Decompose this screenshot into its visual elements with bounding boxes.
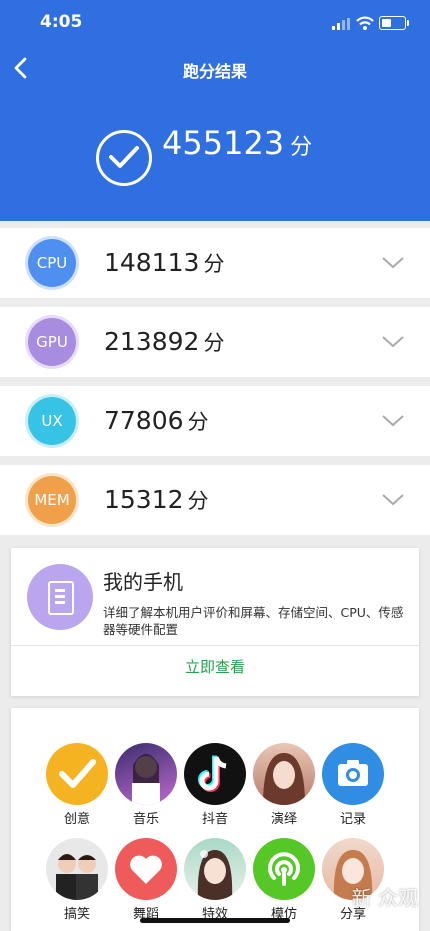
- status-time: 4:05: [40, 12, 83, 32]
- wifi-icon: [356, 16, 374, 30]
- camera-icon: [322, 743, 384, 805]
- ux-badge-label: UX: [28, 397, 76, 445]
- app-record[interactable]: 记录: [318, 743, 388, 827]
- app-effects[interactable]: 特效: [180, 838, 250, 922]
- view-now-button[interactable]: 立即查看: [11, 656, 419, 677]
- cpu-score: 148113 分: [104, 248, 224, 278]
- chevron-down-icon[interactable]: [382, 335, 404, 349]
- douyin-icon: [184, 743, 246, 805]
- signal-icon: [332, 18, 350, 30]
- heart-icon: [115, 838, 177, 900]
- gpu-badge-label: GPU: [28, 318, 76, 366]
- divider: [11, 645, 419, 646]
- mem-badge: MEM: [25, 473, 79, 527]
- chevron-down-icon[interactable]: [382, 493, 404, 507]
- ux-badge: UX: [25, 394, 79, 448]
- document-icon: [27, 564, 93, 630]
- cpu-badge: CPU: [25, 236, 79, 290]
- ux-score-value: 77806: [104, 406, 184, 435]
- app-imitate[interactable]: 模仿: [249, 838, 319, 922]
- my-phone-title: 我的手机: [103, 570, 183, 594]
- app-dance[interactable]: 舞蹈: [111, 838, 181, 922]
- checkmark-icon: [46, 743, 108, 805]
- cpu-score-value: 148113: [104, 248, 200, 277]
- total-score: 455123 分: [162, 124, 312, 162]
- app-label: 演绎: [270, 812, 297, 827]
- watermark: 新 众观: [351, 886, 418, 910]
- comedy-avatar-icon: [46, 838, 108, 900]
- chevron-down-icon[interactable]: [382, 414, 404, 428]
- cpu-score-unit: 分: [203, 252, 225, 276]
- app-label: 音乐: [132, 812, 159, 827]
- app-label: 记录: [339, 812, 366, 827]
- mem-score-value: 15312: [104, 485, 184, 514]
- app-performance[interactable]: 演绎: [249, 743, 319, 827]
- total-score-value: 455123: [162, 124, 285, 162]
- gpu-score: 213892 分: [104, 327, 224, 357]
- music-avatar-icon: [115, 743, 177, 805]
- score-row-ux[interactable]: UX 77806 分: [0, 386, 430, 456]
- effects-avatar-icon: [184, 838, 246, 900]
- score-row-cpu[interactable]: CPU 148113 分: [0, 228, 430, 298]
- score-row-gpu[interactable]: GPU 213892 分: [0, 307, 430, 377]
- battery-icon: [379, 16, 409, 30]
- home-indicator[interactable]: [140, 918, 290, 923]
- app-label: 创意: [63, 812, 90, 827]
- ux-score-unit: 分: [187, 410, 209, 434]
- app-creative[interactable]: 创意: [42, 743, 112, 827]
- checkmark-circle-icon: [96, 130, 152, 186]
- app-label: 抖音: [201, 812, 228, 827]
- ux-score: 77806 分: [104, 406, 209, 436]
- page-title: 跑分结果: [182, 62, 247, 81]
- app-label: 搞笑: [63, 907, 90, 922]
- chevron-down-icon[interactable]: [382, 256, 404, 270]
- cpu-badge-label: CPU: [28, 239, 76, 287]
- my-phone-card: 我的手机 详细了解本机用户评价和屏幕、存储空间、CPU、传感器等硬件配置 立即查…: [11, 548, 419, 696]
- my-phone-desc: 详细了解本机用户评价和屏幕、存储空间、CPU、传感器等硬件配置: [103, 605, 404, 637]
- total-score-unit: 分: [290, 135, 313, 160]
- mem-badge-label: MEM: [28, 476, 76, 524]
- imitate-icon: [253, 838, 315, 900]
- gpu-badge: GPU: [25, 315, 79, 369]
- status-bar: 4:05: [0, 12, 430, 36]
- gpu-score-unit: 分: [203, 331, 225, 355]
- result-header: 4:05 跑分结果 455123 分: [0, 0, 430, 221]
- app-douyin[interactable]: 抖音: [180, 743, 250, 827]
- score-row-mem[interactable]: MEM 15312 分: [0, 465, 430, 535]
- mem-score-unit: 分: [187, 489, 209, 513]
- performer-avatar-icon: [253, 743, 315, 805]
- app-music[interactable]: 音乐: [111, 743, 181, 827]
- mem-score: 15312 分: [104, 485, 209, 515]
- app-comedy[interactable]: 搞笑: [42, 838, 112, 922]
- gpu-score-value: 213892: [104, 327, 200, 356]
